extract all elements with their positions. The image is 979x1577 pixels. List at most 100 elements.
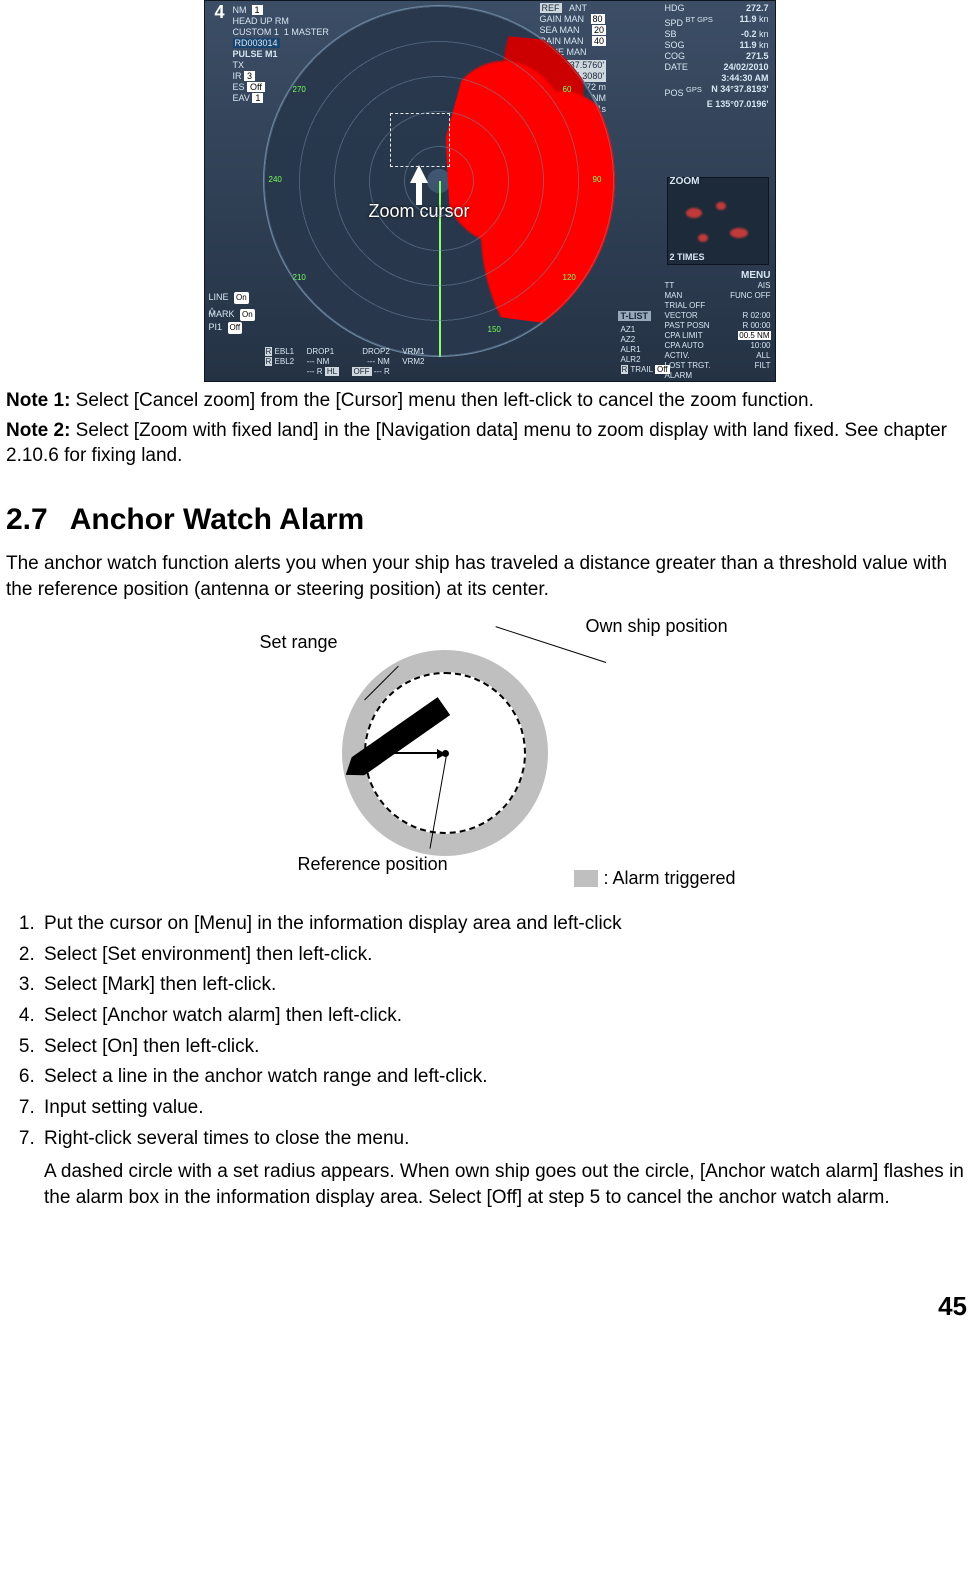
pi-value: Off (228, 322, 243, 334)
t-list-button: T-LIST (618, 311, 652, 321)
trial-off: TRIAL OFF (665, 301, 706, 310)
list-item: Put the cursor on [Menu] in the informat… (40, 910, 973, 941)
hl-label: HL (325, 367, 339, 376)
nm-dash: --- NM (307, 357, 330, 366)
radar-menu-panel: MENU TT MAN TRIAL OFF VECTOR PAST POSN C… (665, 271, 771, 377)
section-heading: 2.7 Anchor Watch Alarm (6, 503, 973, 537)
vector-value: R 02:00 (742, 311, 770, 320)
spd-value: 11.9 (739, 14, 756, 24)
zoom-cursor-label: Zoom cursor (363, 199, 476, 224)
sog-unit: kn (759, 40, 769, 50)
pos-lat: N 34°37.8193' (711, 84, 768, 99)
func-off-label: FUNC OFF (730, 291, 770, 300)
pos-label: POS (665, 88, 684, 98)
sog-label: SOG (665, 40, 685, 51)
menu-button-label: MENU (665, 271, 771, 281)
vrm2-label: VRM2 (402, 357, 424, 366)
line-value: On (234, 292, 249, 304)
sog-value: 11.9 (739, 40, 756, 50)
sb-label: SB (665, 29, 677, 40)
section-number: 2.7 (6, 503, 48, 536)
pi-label: PI1 (209, 322, 223, 332)
note2-label: Note 2: (6, 420, 70, 441)
cpa-auto-label: CPA AUTO ACTIV. (665, 341, 704, 360)
final-paragraph: A dashed circle with a set radius appear… (44, 1159, 973, 1210)
trail-label: TRAIL (630, 365, 652, 374)
legend-swatch-icon (574, 870, 598, 887)
radar-echo-landmass (446, 33, 615, 332)
az1-label: AZ1 (621, 325, 636, 334)
zoom-panel-title: ZOOM (670, 176, 700, 187)
sb-value: -0.2 (741, 29, 757, 39)
list-item: Right-click several times to close the m… (40, 1125, 973, 1156)
line-label: LINE (209, 292, 229, 302)
sb-unit: kn (759, 29, 769, 39)
zoom-panel-times: 2 TIMES (670, 252, 705, 262)
bearing-tick: 240 (269, 175, 282, 184)
zoom-cursor-arrow-icon (410, 165, 428, 183)
procedure-list: Put the cursor on [Menu] in the informat… (6, 910, 973, 1155)
ebl1-label: EBL1 (275, 347, 295, 356)
cog-value: 271.5 (746, 51, 769, 62)
ebl2-label: EBL2 (275, 357, 295, 366)
bearing-tick: 150 (488, 325, 501, 334)
r-dash2: --- R (374, 367, 390, 376)
bearing-tick: 270 (293, 85, 306, 94)
radar-footer: R EBL1 R EBL2 DROP1 --- NM --- R HL DROP… (265, 347, 425, 377)
az2-label: AZ2 (621, 335, 636, 344)
anchor-watch-diagram: Own ship position Set range Reference po… (230, 610, 750, 900)
list-item: Select [On] then left-click. (40, 1033, 973, 1064)
note1-label: Note 1: (6, 390, 70, 411)
cpa-limit-label: CPA LIMIT (665, 331, 703, 340)
date-value: 24/02/2010 (723, 62, 768, 73)
radar-ppi: Zoom cursor 60 90 120 150 210 240 270 (230, 1, 650, 371)
note1-text: Select [Cancel zoom] from the [Cursor] m… (70, 390, 813, 411)
list-item: Input setting value. (40, 1094, 973, 1125)
bearing-tick: 210 (293, 273, 306, 282)
ais-label: AIS (758, 281, 771, 290)
alr1-label: ALR1 (621, 345, 641, 354)
mark-value: On (240, 309, 255, 321)
drop2-label: DROP2 (362, 347, 390, 356)
hdg-label: HDG (665, 3, 685, 14)
note2-text: Select [Zoom with fixed land] in the [Na… (6, 420, 947, 467)
cpa-limit-time: 10:00 (750, 341, 770, 350)
radar-header-right: HDG 272.7 SPD BT GPS 11.9 kn SB -0.2 kn … (665, 3, 769, 110)
cpa-auto-value: ALL (756, 351, 770, 360)
heading-line (439, 181, 441, 357)
past-posn-value: R 00:00 (742, 321, 770, 330)
az-alr-block: AZ1 AZ2 ALR1 ALR2 R TRAIL Off (621, 325, 670, 375)
cog-label: COG (665, 51, 686, 62)
hdg-value: 272.7 (746, 3, 769, 14)
alr2-label: ALR2 (621, 355, 641, 364)
bearing-tick: 60 (563, 85, 572, 94)
section-title: Anchor Watch Alarm (70, 503, 364, 536)
set-range-label: Set range (260, 632, 338, 653)
own-ship-label: Own ship position (586, 616, 728, 637)
nm-dash2: --- NM (367, 357, 390, 366)
off-label: OFF (352, 367, 372, 376)
man-label: MAN (665, 291, 683, 300)
spd-src: BT GPS (686, 15, 713, 24)
legend-text: : Alarm triggered (604, 868, 736, 889)
trail-value: Off (655, 365, 670, 374)
tt-label: TT (665, 281, 675, 290)
intro-paragraph: The anchor watch function alerts you whe… (6, 551, 973, 602)
list-item: Select [Anchor watch alarm] then left-cl… (40, 1002, 973, 1033)
spd-label: SPD (665, 18, 684, 28)
lost-trgt-value: FILT (755, 361, 771, 370)
ref-pos-label: Reference position (298, 854, 448, 875)
list-item: Select a line in the anchor watch range … (40, 1063, 973, 1094)
pos-lon: E 135°07.0196' (707, 99, 769, 110)
cpa-limit-value: 00.5 NM (738, 331, 770, 340)
date-label: DATE (665, 62, 688, 73)
left-controls: LINE On △ MARK On PI1 Off (209, 291, 255, 334)
range-scale: 4 (215, 7, 225, 18)
list-item: Select [Mark] then left-click. (40, 971, 973, 1002)
zoom-selection-box (390, 113, 450, 167)
bearing-tick: 90 (593, 175, 602, 184)
list-item: Select [Set environment] then left-click… (40, 941, 973, 972)
lost-trgt-label: LOST TRGT. ALARM (665, 361, 711, 380)
vrm1-label: VRM1 (402, 347, 424, 356)
notes-block: Note 1: Select [Cancel zoom] from the [C… (6, 388, 973, 469)
